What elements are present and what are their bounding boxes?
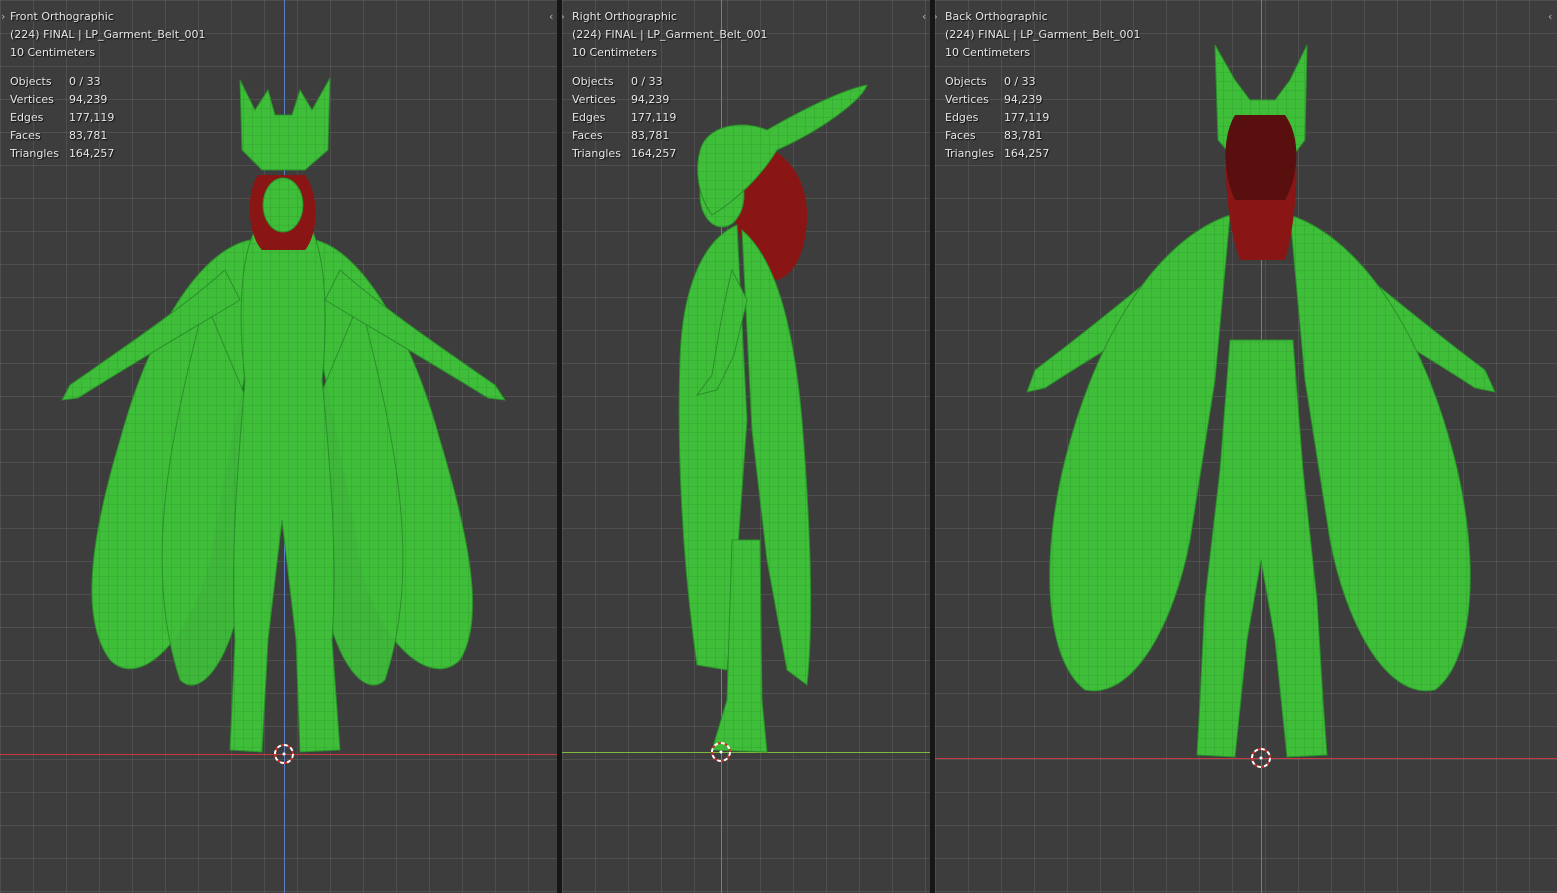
viewport-right[interactable]: Right Orthographic (224) FINAL | LP_Garm…: [562, 0, 930, 893]
character-mesh-front[interactable]: [0, 0, 557, 893]
region-toggle-chevron-icon[interactable]: ‹›: [562, 10, 565, 23]
viewport-back[interactable]: Back Orthographic (224) FINAL | LP_Garme…: [935, 0, 1557, 893]
region-toggle-chevron-icon[interactable]: ‹: [922, 10, 926, 23]
region-toggle-chevron-icon[interactable]: ‹›: [935, 10, 938, 23]
character-mesh-back[interactable]: [935, 0, 1557, 893]
3d-cursor-icon: [274, 744, 294, 764]
region-toggle-chevron-icon[interactable]: ›: [1, 10, 5, 23]
viewport-front[interactable]: Front Orthographic (224) FINAL | LP_Garm…: [0, 0, 557, 893]
3d-cursor-icon: [1251, 748, 1271, 768]
region-toggle-chevron-icon[interactable]: ‹: [549, 10, 553, 23]
region-toggle-chevron-icon[interactable]: ‹: [1548, 10, 1552, 23]
character-mesh-right[interactable]: [562, 0, 930, 893]
